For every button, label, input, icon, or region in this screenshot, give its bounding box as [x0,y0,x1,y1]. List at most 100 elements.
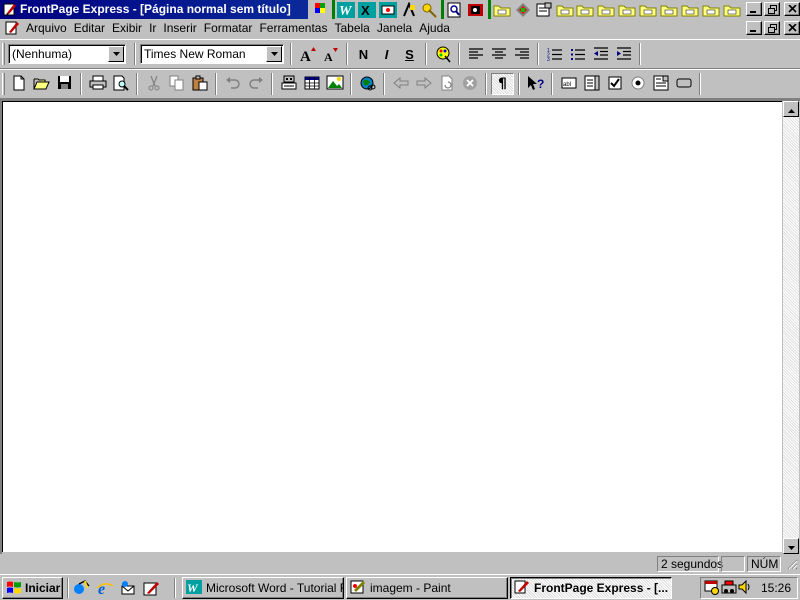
style-dropdown[interactable]: (Nenhuma) [8,44,126,64]
folder-icon[interactable] [596,0,617,19]
powerpoint-icon[interactable] [377,0,398,19]
taskbar-button-word[interactable]: W Microsoft Word - Tutorial F... [182,577,344,599]
restore-button[interactable] [764,2,780,16]
menu-ajuda[interactable]: Ajuda [419,21,455,35]
help-button[interactable]: ? [524,73,547,95]
decrease-font-size-button[interactable]: A [319,43,342,65]
align-left-button[interactable] [464,43,487,65]
folder-icon[interactable] [679,0,700,19]
stop-button[interactable] [458,73,481,95]
folder-icon[interactable] [492,0,513,19]
paste-button[interactable] [188,73,211,95]
back-button[interactable] [389,73,412,95]
page-canvas[interactable] [2,101,782,552]
modem-icon[interactable] [721,579,737,598]
show-all-button[interactable]: ¶ [491,73,514,95]
folder-icon[interactable] [554,0,575,19]
folder-icon[interactable] [638,0,659,19]
folder-icon[interactable] [617,0,638,19]
increase-indent-button[interactable] [612,43,635,65]
menu-arquivo[interactable]: Arquivo [26,21,72,35]
binder-icon[interactable] [466,0,487,19]
menu-formatar[interactable]: Formatar [204,21,258,35]
find-icon[interactable] [445,0,466,19]
keys-icon[interactable] [419,0,440,19]
size-grip[interactable] [786,558,798,570]
menu-exibir[interactable]: Exibir [112,21,147,35]
underline-button[interactable]: S [398,43,421,65]
close-button[interactable] [784,2,800,16]
title-bar[interactable]: FrontPage Express - [Página normal sem t… [0,0,800,19]
doc-restore-button[interactable] [764,21,780,35]
frontpage-app-icon[interactable] [3,2,17,19]
doc-minimize-button[interactable] [746,21,762,35]
save-button[interactable] [53,73,76,95]
new-page-button[interactable] [7,73,30,95]
undo-button[interactable] [221,73,244,95]
toolbar-grip[interactable] [2,73,5,95]
form-textarea-button[interactable] [580,73,603,95]
start-button[interactable]: Iniciar [2,577,63,599]
clock[interactable]: 15:26 [761,581,791,595]
vertical-scrollbar[interactable] [783,101,799,554]
show-desktop-icon[interactable] [70,577,93,599]
form-radio-button[interactable] [626,73,649,95]
cut-button[interactable] [142,73,165,95]
form-textbox-button[interactable]: abl [557,73,580,95]
notes-icon[interactable] [533,0,554,19]
menu-ir[interactable]: Ir [149,21,161,35]
internet-explorer-icon[interactable]: e [93,577,116,599]
word-icon[interactable]: W [336,0,357,19]
scheduler-icon[interactable] [704,579,720,598]
chevron-down-icon[interactable] [108,46,124,62]
menu-inserir[interactable]: Inserir [163,21,201,35]
bold-button[interactable]: N [352,43,375,65]
form-pushbutton-button[interactable] [672,73,695,95]
doc-close-button[interactable] [784,21,800,35]
outlook-express-icon[interactable] [116,577,139,599]
menu-janela[interactable]: Janela [377,21,417,35]
increase-font-size-button[interactable]: A [296,43,319,65]
open-button[interactable] [30,73,53,95]
text-color-button[interactable] [431,43,454,65]
decrease-indent-button[interactable] [589,43,612,65]
align-center-button[interactable] [487,43,510,65]
folder-icon[interactable] [575,0,596,19]
toolbar-grip[interactable] [2,43,5,65]
office-logo-icon[interactable] [310,0,331,19]
numbered-list-button[interactable]: 123 [543,43,566,65]
scroll-up-button[interactable] [783,101,799,117]
chevron-down-icon[interactable] [266,46,282,62]
excel-icon[interactable]: X [357,0,378,19]
document-icon[interactable] [4,20,20,39]
frontpage-quicklaunch-icon[interactable] [139,577,162,599]
taskbar-button-paint[interactable]: imagem - Paint [346,577,508,599]
taskbar-button-frontpage[interactable]: FrontPage Express - [... [510,577,672,599]
palette-icon[interactable] [512,0,533,19]
access-icon[interactable] [398,0,419,19]
folder-icon[interactable] [659,0,680,19]
copy-button[interactable] [165,73,188,95]
refresh-button[interactable] [435,73,458,95]
font-dropdown[interactable]: Times New Roman [140,44,284,64]
menu-editar[interactable]: Editar [74,21,110,35]
form-checkbox-button[interactable] [603,73,626,95]
italic-button[interactable]: I [375,43,398,65]
scroll-down-button[interactable] [783,538,799,554]
volume-icon[interactable] [738,579,752,598]
menu-ferramentas[interactable]: Ferramentas [259,21,332,35]
forward-button[interactable] [412,73,435,95]
align-right-button[interactable] [510,43,533,65]
insert-table-button[interactable] [300,73,323,95]
window-caption[interactable]: FrontPage Express - [Página normal sem t… [0,0,308,19]
minimize-button[interactable] [746,2,762,16]
folder-icon[interactable] [721,0,742,19]
form-dropdown-button[interactable] [649,73,672,95]
menu-tabela[interactable]: Tabela [334,21,374,35]
insert-webbot-button[interactable] [277,73,300,95]
bulleted-list-button[interactable] [566,43,589,65]
folder-icon[interactable] [700,0,721,19]
create-hyperlink-button[interactable] [356,73,379,95]
insert-image-button[interactable] [323,73,346,95]
print-preview-button[interactable] [109,73,132,95]
